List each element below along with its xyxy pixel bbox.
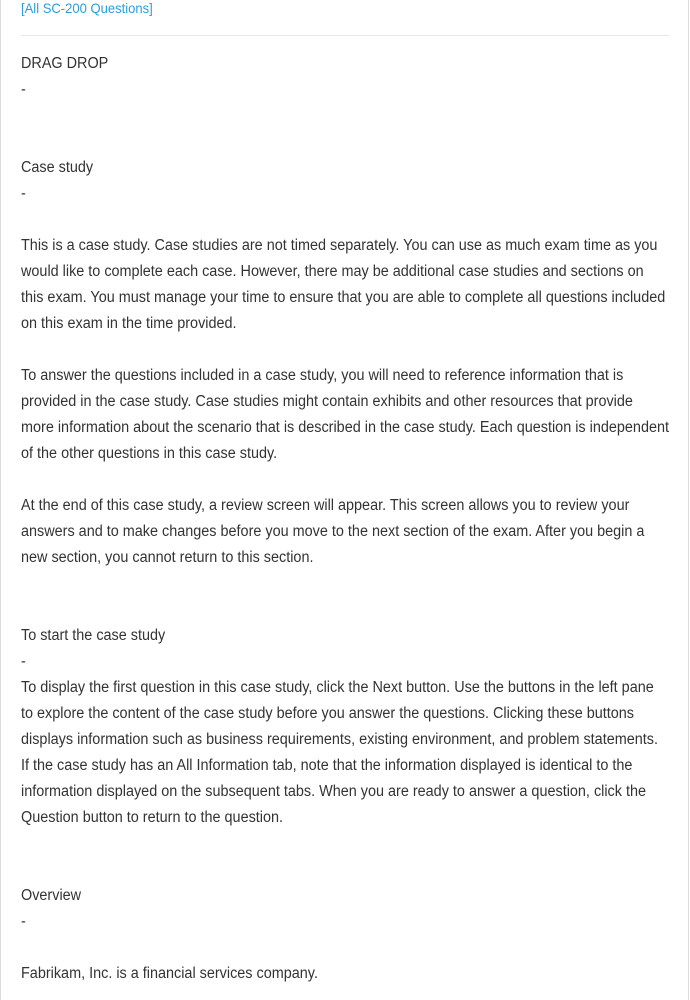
intro-paragraph-3-block: At the end of this case study, a review … [21,493,669,571]
overview-heading: Overview [21,887,82,904]
separator-dash: - [21,81,26,98]
separator-dash: - [21,653,26,670]
start-section: To start the case study - To display the… [21,623,669,831]
start-paragraph: To display the first question in this ca… [21,679,658,826]
separator-dash: - [21,913,26,930]
case-study-heading: Case study [21,159,94,176]
case-study-section: Case study - [21,155,669,207]
intro-paragraph: To answer the questions included in a ca… [21,367,670,462]
intro-paragraph: At the end of this case study, a review … [21,497,645,566]
overview-paragraph-block: Fabrikam, Inc. is a financial services c… [21,961,669,987]
separator-dash: - [21,185,26,202]
back-link-row: [All SC-200 Questions] [21,0,669,22]
overview-paragraph: Fabrikam, Inc. is a financial services c… [21,965,318,982]
top-divider [21,35,669,36]
question-type-label: DRAG DROP [21,55,109,72]
start-heading: To start the case study [21,627,166,644]
intro-paragraph-2-block: To answer the questions included in a ca… [21,363,669,467]
intro-paragraph-1-block: This is a case study. Case studies are n… [21,233,669,337]
all-questions-link[interactable]: [All SC-200 Questions] [21,0,153,18]
question-type-section: DRAG DROP - [21,51,669,103]
overview-section: Overview - [21,883,669,935]
intro-paragraph: This is a case study. Case studies are n… [21,237,666,332]
